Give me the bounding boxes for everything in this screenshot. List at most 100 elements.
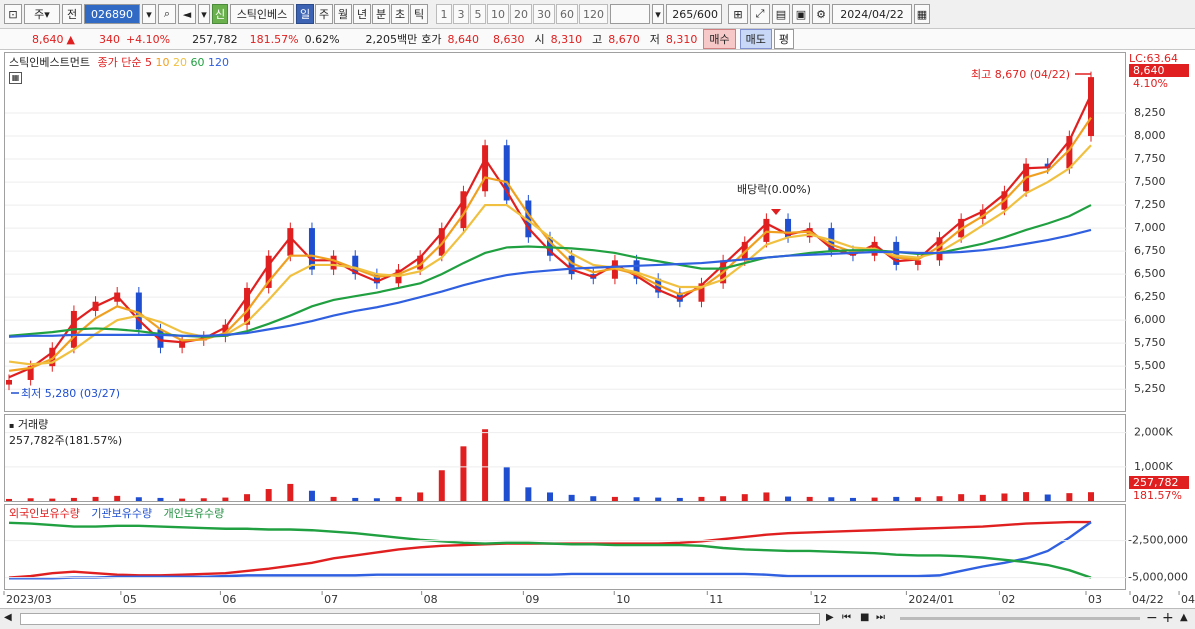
save-icon[interactable]: ▣ [792,4,810,24]
candle-body [6,379,12,385]
high-label: 고 [592,33,603,46]
scroll-right-icon[interactable]: ▶ [826,612,834,623]
x-axis: 2023/03 05 06 07 08 09 10 11 12 2024/01 02 03 04 04/2… [3,591,1195,606]
last-page-icon[interactable]: ⏭ [876,612,885,623]
minute-dropdown-button[interactable]: ▾ [652,4,664,24]
last-pct-tag: 4.10% [1133,77,1168,90]
price-chart [5,71,1127,394]
low-price: 8,310 [665,32,698,46]
buy-button[interactable]: 매수 [703,29,736,49]
stock-code-input[interactable]: 026890 [84,4,140,24]
type-select[interactable]: 주 ▾ [24,4,60,24]
holdings-legend: 외국인보유수량 기관보유수량 개인보유수량 [9,505,224,521]
legend-ma-title: 종가 단순 [97,56,142,69]
tab-period-6[interactable]: 틱 [410,4,428,24]
stock-name: 스틱인베스 [230,4,294,24]
volume-bar [547,492,553,501]
tab-minute-20[interactable]: 20 [510,4,532,24]
holdings-axis: -2,500,000 -5,000,000 [1127,504,1195,590]
low-note: 최저 5,280 (03/27) [21,387,121,400]
volume-bar [720,496,727,501]
window-menu-icon[interactable]: ⊡ [4,4,22,24]
minute-tabs: 1 3 5 10 20 30 60 120 [436,4,608,24]
tab-period-1[interactable]: 주 [315,4,333,24]
legend-ma-60: 60 [190,56,208,69]
volume-chart [5,429,1127,501]
hoga-label: 호가 [421,33,442,46]
candle-body [482,145,489,192]
volume-title: 거래량 [17,418,49,431]
volume-bar [135,497,142,501]
volume-bar [417,492,424,501]
chart-tools-icon[interactable]: ⊞ [728,4,748,24]
price-legend: 스틱인베스트먼트 종가 단순 5 10 20 60 120 [9,54,229,70]
volume-bar [482,429,489,501]
scroll-left-icon[interactable]: ◀ [4,612,12,623]
chart-scrollbar[interactable]: ◀ ▶ ⏮ ■ ⏭ − + ▲ [0,608,1195,629]
volume-bar [395,496,402,501]
minute-input[interactable] [610,4,650,24]
tab-minute-10[interactable]: 10 [487,4,509,24]
calculator-icon[interactable]: ▦ [9,72,22,84]
volume-bar [503,466,510,501]
price-tick-label: 5,250 [1134,382,1166,395]
price-tick-label: 6,250 [1134,290,1166,303]
volume-bar [460,446,467,501]
holdings-pane: 외국인보유수량 기관보유수량 개인보유수량 [4,504,1127,590]
last-volume-tag: 257,782 [1129,476,1189,489]
tab-minute-5[interactable]: 5 [470,4,486,24]
sell-button[interactable]: 매도 [739,29,772,49]
low-label: 저 [649,33,660,46]
tab-minute-30[interactable]: 30 [533,4,555,24]
code-dropdown-button[interactable]: ▾ [142,4,156,24]
volume-bar [200,498,207,501]
search-icon[interactable]: ⌕ [158,4,176,24]
calendar-icon[interactable]: ▦ [914,4,930,24]
volume-bar [806,496,813,501]
zoom-in-icon[interactable]: + [1162,610,1174,626]
last-price-tag: 8,640 [1129,64,1189,77]
tab-period-5[interactable]: 초 [391,4,409,24]
volume-subtitle: 257,782주(181.57%) [9,434,123,447]
candle-body [135,292,142,330]
tab-period-0[interactable]: 일 [296,4,314,24]
draw-tools-icon[interactable]: ⤢ [750,4,770,24]
scroll-thumb[interactable] [20,613,820,625]
legend-ma-20: 20 [172,56,191,69]
volume-tick-label: 1,000K [1134,460,1173,473]
volume-bar [785,496,792,501]
tab-period-3[interactable]: 년 [353,4,371,24]
volume-tick-label: 2,000K [1134,426,1173,439]
zoom-slider[interactable] [900,617,1140,620]
sound-icon[interactable]: ◄ [178,4,196,24]
price-change: 340 [98,32,120,46]
tab-minute-1[interactable]: 1 [436,4,452,24]
first-page-icon[interactable]: ⏮ [842,612,851,623]
volume-bar [676,497,683,501]
zoom-out-icon[interactable]: − [1146,610,1158,626]
volume-bar [568,494,575,501]
tab-period-4[interactable]: 분 [372,4,390,24]
tab-minute-60[interactable]: 60 [556,4,578,24]
sound-dropdown-button[interactable]: ▾ [198,4,210,24]
volume-bar [330,496,337,501]
expand-icon[interactable]: ▲ [1180,612,1188,623]
eval-button[interactable]: 평 [773,29,795,49]
count-input[interactable]: 265/600 [666,4,722,24]
x-tick-label: 03 [1088,593,1102,606]
tab-period-2[interactable]: 월 [334,4,352,24]
tab-minute-120[interactable]: 120 [579,4,608,24]
stop-icon[interactable]: ■ [860,612,869,623]
gear-icon[interactable]: ⚙ [812,4,830,24]
print-icon[interactable]: ▤ [772,4,790,24]
legend-individual: 개인보유수량 [163,507,225,520]
volume-bar [373,498,380,501]
price-tick-label: 8,250 [1134,106,1166,119]
volume-bar [979,494,986,501]
date-input[interactable]: 2024/04/22 [832,4,912,24]
compare-button[interactable]: 전 [62,4,82,24]
price-axis-labels: 5,250 5,500 5,750 6,000 6,250 6,500 6,750 7,000… [1134,106,1166,395]
holdings-tick-label: -5,000,000 [1128,571,1188,584]
tab-minute-3[interactable]: 3 [453,4,469,24]
volume-bar [871,497,878,501]
